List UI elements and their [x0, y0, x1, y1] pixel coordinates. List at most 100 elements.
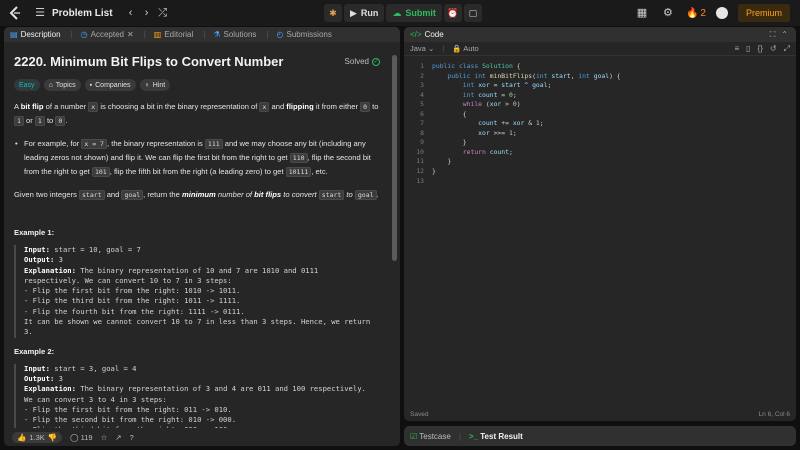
- inline-code: 0: [360, 102, 371, 112]
- description-list: For example, for x = 7, the binary repre…: [14, 137, 380, 179]
- favorite-star-icon[interactable]: ☆: [101, 433, 108, 442]
- auto-label: Auto: [463, 44, 479, 53]
- chevron-up-icon[interactable]: ⌃: [781, 30, 788, 40]
- tab-divider: |: [143, 30, 146, 39]
- tab-accepted[interactable]: ◷ Accepted ✕: [81, 30, 134, 39]
- description-content: 2220. Minimum Bit Flips to Convert Numbe…: [4, 42, 390, 428]
- inline-code: x: [88, 102, 99, 112]
- example-1-title: Example 1:: [14, 228, 55, 237]
- share-icon[interactable]: ↗: [115, 433, 121, 442]
- debug-button[interactable]: ✱: [324, 4, 342, 22]
- example-input-label: Input:: [24, 245, 50, 254]
- text: .: [65, 116, 68, 125]
- comments-button[interactable]: ◯ 119: [70, 433, 92, 442]
- thumbs-down-icon[interactable]: 👎: [48, 433, 57, 442]
- tab-editorial[interactable]: ▥ Editorial: [154, 30, 193, 39]
- problem-list-link[interactable]: Problem List: [52, 8, 113, 19]
- problem-list-icon[interactable]: ☰: [32, 0, 48, 26]
- line-number: 10: [416, 147, 424, 156]
- test-panel: ☑ Testcase | >_ Test Result: [404, 426, 796, 446]
- inline-code: start: [79, 190, 105, 200]
- tab-code[interactable]: </> Code: [410, 30, 444, 39]
- companies-chip[interactable]: ▪ Companies: [84, 79, 136, 91]
- code-editor[interactable]: 1 2 3 4 5 6 7 8 9 10 11 12 13 public class Solution …: [404, 62, 796, 405]
- language-select[interactable]: Java ⌄: [410, 44, 434, 53]
- check-circle-icon: ✓: [372, 57, 380, 66]
- note-icon: ▢: [468, 7, 478, 18]
- inline-code: goal: [121, 190, 144, 200]
- text: A: [14, 102, 21, 111]
- submit-label: Submit: [405, 8, 436, 18]
- next-problem-icon[interactable]: ›: [139, 0, 155, 26]
- document-icon: ▤: [10, 30, 18, 39]
- close-icon[interactable]: ✕: [127, 30, 134, 39]
- braces-icon[interactable]: {}: [758, 44, 763, 54]
- topics-chip[interactable]: ⌂ Topics: [43, 79, 81, 91]
- line-number: 3: [420, 81, 424, 90]
- inline-code: 10111: [285, 167, 312, 177]
- auto-mode[interactable]: 🔒 Auto: [452, 44, 478, 53]
- tab-solutions[interactable]: ⚗ Solutions: [213, 30, 256, 39]
- fullscreen-icon[interactable]: ⤢: [784, 44, 790, 54]
- terminal-icon: >_: [468, 431, 479, 441]
- example-2-block: Input: start = 3, goal = 4 Output: 3 Exp…: [14, 363, 380, 428]
- text-italic: to convert: [281, 190, 319, 199]
- lightbulb-icon: ♀: [144, 81, 150, 89]
- format-icon[interactable]: ≡: [734, 44, 739, 54]
- reset-icon[interactable]: ↺: [770, 44, 777, 54]
- gear-icon[interactable]: ⚙: [660, 0, 676, 26]
- description-scrollbar[interactable]: [392, 55, 397, 261]
- tab-testcase[interactable]: ☑ Testcase: [410, 432, 451, 441]
- testcase-label: Testcase: [419, 431, 451, 441]
- tab-divider: |: [266, 30, 269, 39]
- tab-test-result[interactable]: >_ Test Result: [469, 432, 523, 441]
- maximize-icon[interactable]: ⛶: [770, 30, 776, 40]
- code-brackets-icon: </>: [410, 30, 422, 39]
- text-bold-italic: bit flips: [254, 190, 282, 199]
- tab-description[interactable]: ▤ Description: [10, 30, 61, 39]
- description-paragraph-2: Given two integers start and goal, retur…: [14, 188, 380, 202]
- cursor-position: Ln 6, Col 6: [758, 410, 790, 418]
- line-numbers: 1 2 3 4 5 6 7 8 9 10 11 12 13: [404, 62, 424, 186]
- text: For example, for: [24, 139, 82, 148]
- example-output: 3: [54, 373, 63, 383]
- leetcode-logo-icon[interactable]: [8, 6, 22, 20]
- solved-status: Solved ✓: [345, 57, 380, 66]
- text: Given two integers: [14, 190, 79, 199]
- text-italic: number of: [215, 190, 255, 199]
- layout-grid-icon[interactable]: ▦: [634, 0, 650, 26]
- line-number: 5: [420, 100, 424, 109]
- checkbox-icon: ☑: [410, 431, 418, 441]
- page-title[interactable]: 2220. Minimum Bit Flips to Convert Numbe…: [14, 54, 283, 69]
- prev-problem-icon[interactable]: ‹: [123, 0, 139, 26]
- text-bold-italic: minimum: [181, 190, 216, 199]
- top-bar-left: ☰ Problem List ‹ › ⤮: [8, 0, 171, 26]
- code-tab-bar: </> Code ⛶ ⌃: [404, 27, 796, 42]
- comment-count: 119: [80, 432, 93, 442]
- like-button[interactable]: 👍 1.3K 👎: [12, 431, 63, 443]
- code-lines[interactable]: public class Solution { public int minBi…: [432, 62, 621, 177]
- tab-submissions[interactable]: ◴ Submissions: [277, 30, 332, 39]
- avatar[interactable]: [715, 7, 728, 19]
- streak-counter[interactable]: 🔥 2: [686, 8, 706, 19]
- help-icon[interactable]: ?: [130, 433, 134, 442]
- run-button[interactable]: ▶ Run: [344, 4, 385, 22]
- hint-chip[interactable]: ♀ Hint: [139, 79, 171, 91]
- lock-icon: ▪: [89, 81, 93, 89]
- list-item: For example, for x = 7, the binary repre…: [14, 137, 380, 179]
- submit-button[interactable]: ☁ Submit: [386, 4, 442, 22]
- premium-button[interactable]: Premium: [737, 4, 790, 22]
- example-explanation: The binary representation of 10 and 7 ar…: [24, 265, 371, 337]
- inline-code: x = 7: [81, 139, 107, 149]
- timer-button[interactable]: ⏰: [443, 4, 462, 22]
- line-number: 13: [416, 176, 424, 185]
- line-number: 4: [420, 90, 424, 99]
- clock-icon: ◴: [276, 30, 284, 39]
- language-value: Java: [410, 44, 426, 53]
- text: , the binary representation is: [106, 139, 205, 148]
- tag-icon: ⌂: [48, 81, 53, 89]
- bookmark-icon[interactable]: ▯: [746, 44, 750, 54]
- shuffle-icon[interactable]: ⤮: [155, 0, 171, 26]
- streak-count: 2: [700, 7, 706, 19]
- notes-button[interactable]: ▢: [463, 4, 482, 22]
